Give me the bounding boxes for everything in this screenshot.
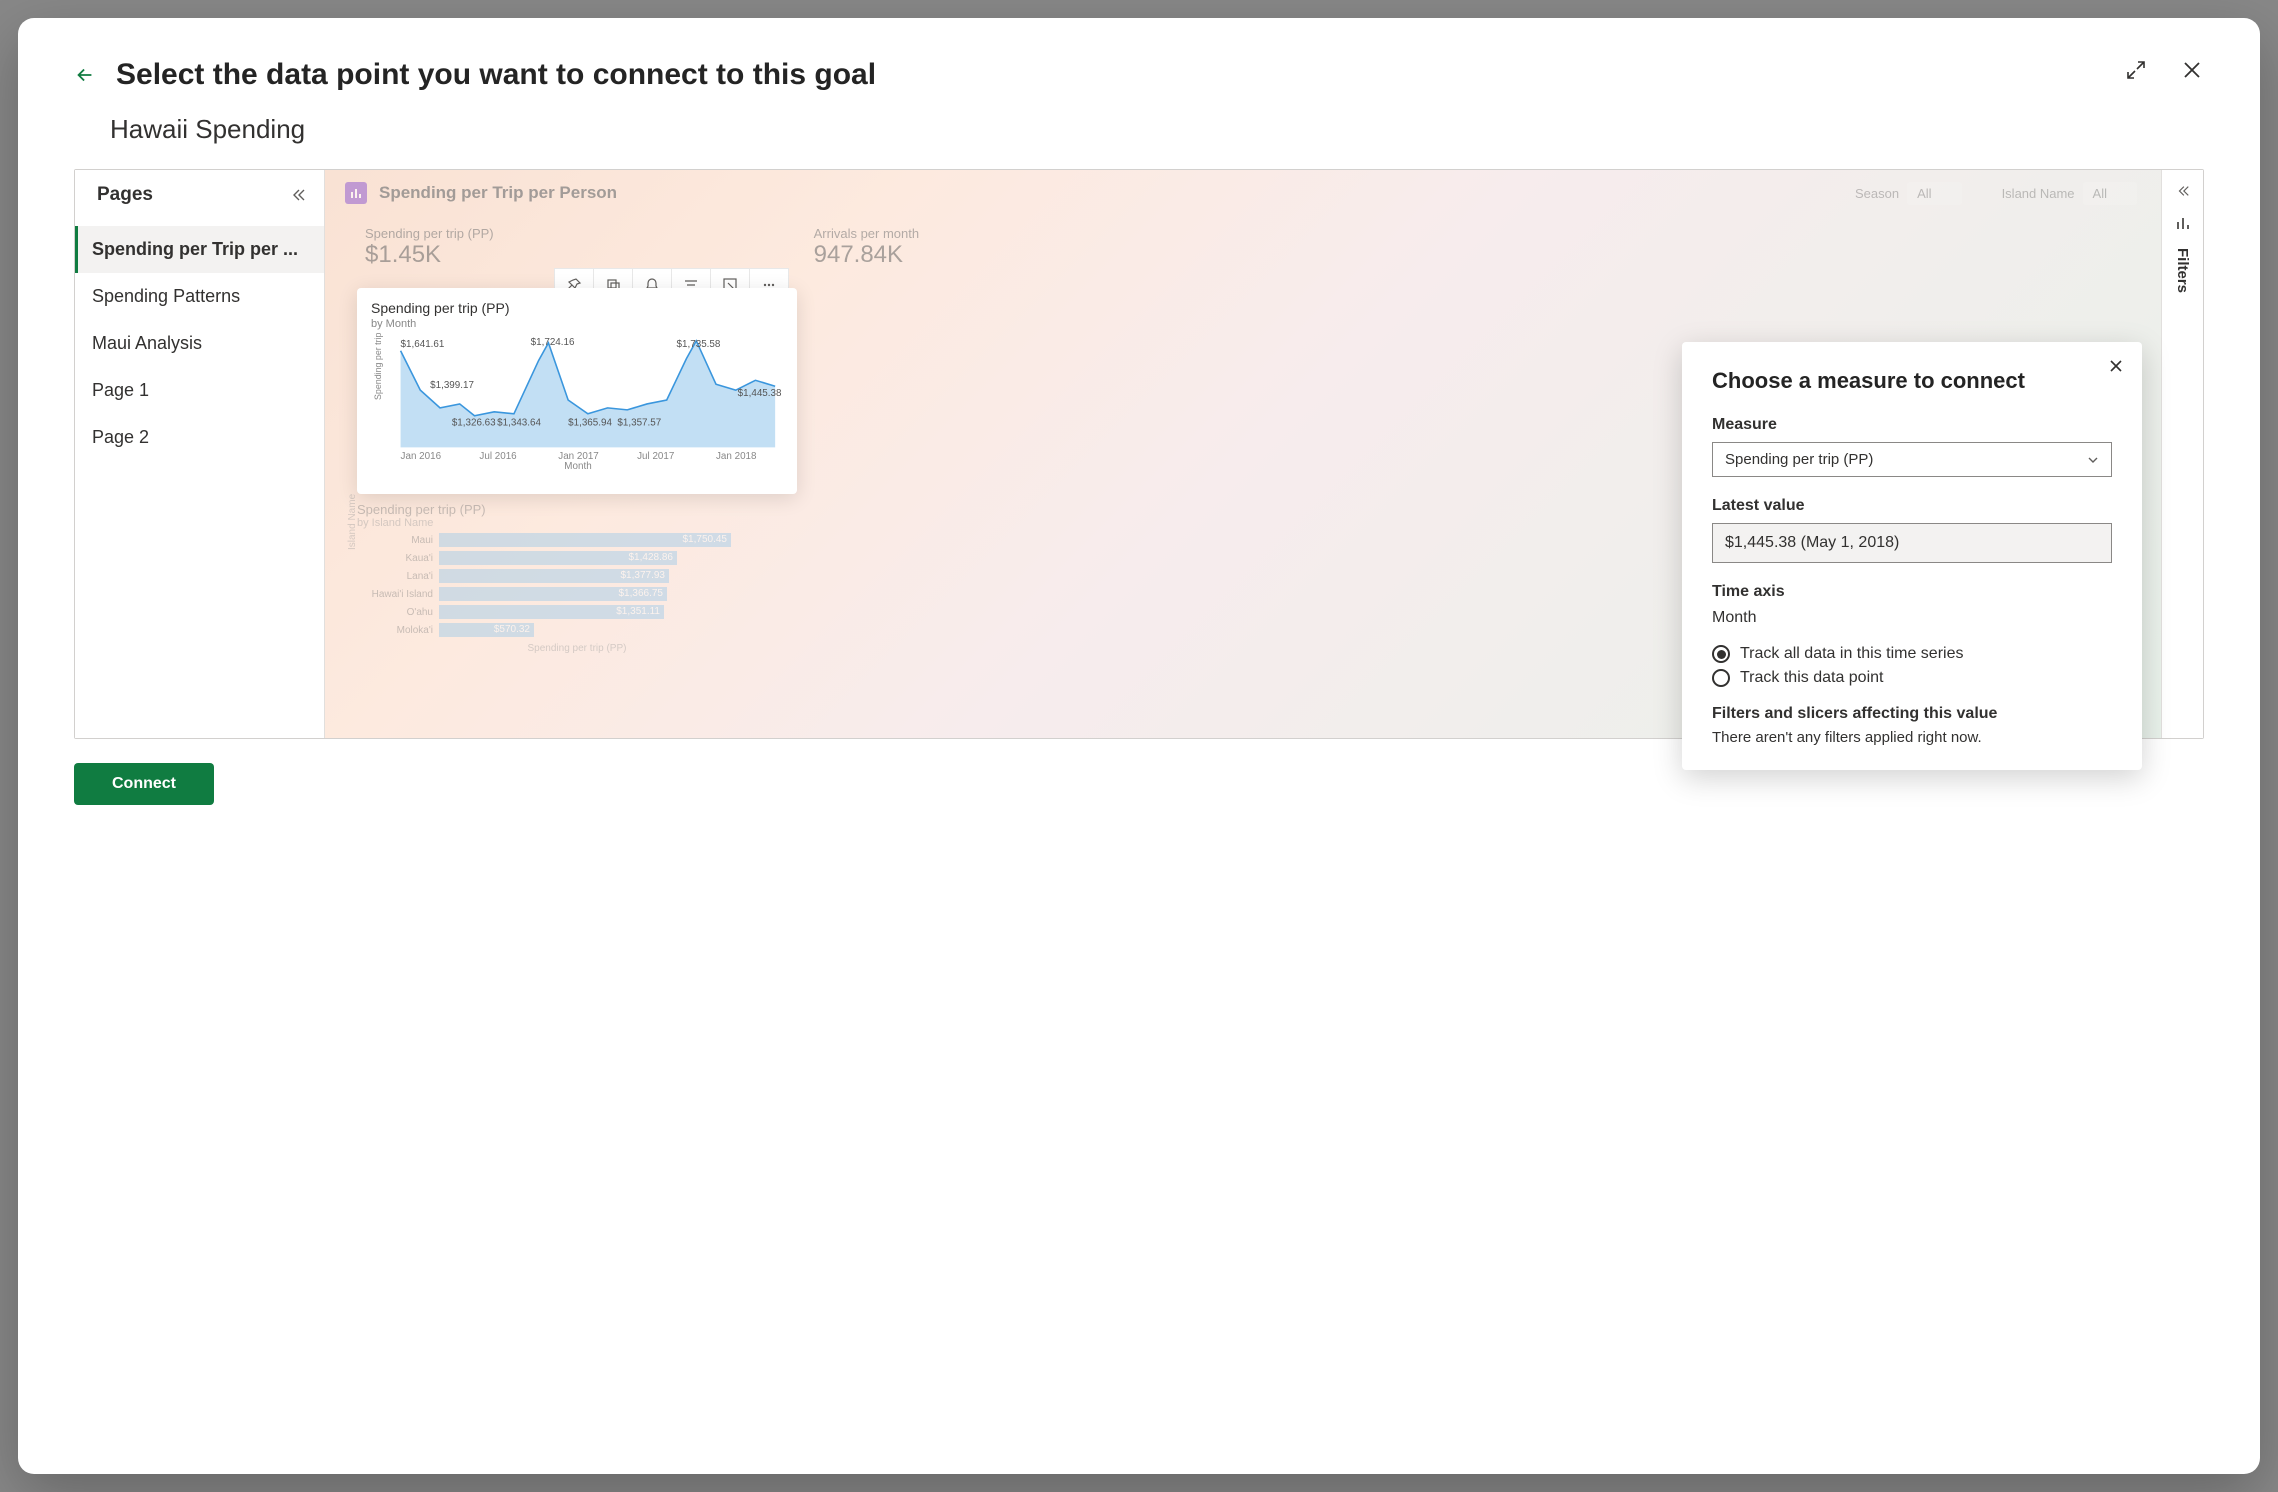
kpi-spending: Spending per trip (PP) $1.45K [365,226,494,269]
chart-plot-area: Spending per trip (PP) $1,641.61 $1,399.… [371,330,785,470]
filters-section-header: Filters and slicers affecting this value [1712,705,2112,723]
line-chart-visual[interactable]: Spending per trip (PP) by Month Spending… [357,288,797,494]
measure-select[interactable]: Spending per trip (PP) [1712,442,2112,477]
svg-text:$1,326.63: $1,326.63 [452,418,496,429]
dialog-title: Select the data point you want to connec… [116,58,876,92]
bar-chart-visual[interactable]: Spending per trip (PP) by Island Name Ma… [357,502,797,654]
measure-label: Measure [1712,416,2112,434]
latest-value-label: Latest value [1712,497,2112,515]
page-item-maui-analysis[interactable]: Maui Analysis [75,320,324,367]
measure-panel: Choose a measure to connect Measure Spen… [1682,342,2142,770]
bar-row: Kaua'i$1,428.86 [357,551,797,565]
slicer-island[interactable]: Island Name All [2002,182,2137,205]
radio-icon-checked [1712,645,1730,663]
pages-header-label: Pages [97,184,153,206]
time-axis-value: Month [1712,609,2112,627]
svg-text:$1,445.38: $1,445.38 [738,388,782,399]
page-item-page1[interactable]: Page 1 [75,367,324,414]
filters-rail: Filters [2161,170,2203,738]
svg-text:Jul 2017: Jul 2017 [637,451,674,462]
expand-icon[interactable] [2124,58,2148,82]
bar-row: O'ahu$1,351.11 [357,605,797,619]
slicer-season[interactable]: Season All [1855,182,1962,205]
page-item-spending-per-trip[interactable]: Spending per Trip per ... [75,226,324,273]
canvas-title: Spending per Trip per Person [379,183,617,203]
bar-row: Maui$1,750.45 [357,533,797,547]
close-icon[interactable] [2180,58,2204,82]
chevron-down-icon [2087,454,2099,466]
svg-text:$1,343.64: $1,343.64 [497,418,541,429]
svg-text:$1,724.16: $1,724.16 [531,337,575,348]
report-type-icon [345,182,367,204]
svg-text:Jul 2016: Jul 2016 [479,451,517,462]
filters-bars-icon [2176,216,2190,230]
svg-text:$1,735.58: $1,735.58 [677,339,721,350]
chart-title: Spending per trip (PP) [371,300,785,316]
svg-text:$1,399.17: $1,399.17 [430,380,474,391]
chart-subtitle: by Month [371,318,785,330]
bar-row: Hawai'i Island$1,366.75 [357,587,797,601]
kpi-arrivals: Arrivals per month 947.84K [814,226,919,269]
page-item-page2[interactable]: Page 2 [75,414,324,461]
radio-track-all[interactable]: Track all data in this time series [1712,645,2112,663]
radio-track-point[interactable]: Track this data point [1712,669,2112,687]
svg-text:Jan 2016: Jan 2016 [401,451,442,462]
svg-text:$1,641.61: $1,641.61 [401,339,445,350]
bar-row: Moloka'i$570.32 [357,623,797,637]
measure-panel-title: Choose a measure to connect [1712,368,2112,394]
svg-text:Month: Month [564,461,591,470]
connect-button[interactable]: Connect [74,763,214,805]
pages-pane: Pages Spending per Trip per ... Spending… [75,170,325,738]
connect-data-dialog: Select the data point you want to connec… [18,18,2260,1474]
back-arrow-icon[interactable] [74,64,96,86]
svg-text:$1,357.57: $1,357.57 [617,418,661,429]
filters-note: There aren't any filters applied right n… [1712,729,2112,746]
page-item-spending-patterns[interactable]: Spending Patterns [75,273,324,320]
close-measure-panel-icon[interactable] [2108,358,2124,374]
radio-icon-unchecked [1712,669,1730,687]
svg-text:$1,365.94: $1,365.94 [568,418,612,429]
expand-filters-icon[interactable] [2176,184,2190,198]
filters-rail-label[interactable]: Filters [2174,248,2191,293]
collapse-pages-icon[interactable] [290,187,306,203]
time-axis-label: Time axis [1712,583,2112,601]
latest-value-field: $1,445.38 (May 1, 2018) [1712,523,2112,563]
svg-text:Spending per trip (PP): Spending per trip (PP) [373,330,383,400]
svg-text:Jan 2018: Jan 2018 [716,451,757,462]
bar-row: Lana'i$1,377.93 [357,569,797,583]
report-name: Hawaii Spending [110,114,2204,145]
